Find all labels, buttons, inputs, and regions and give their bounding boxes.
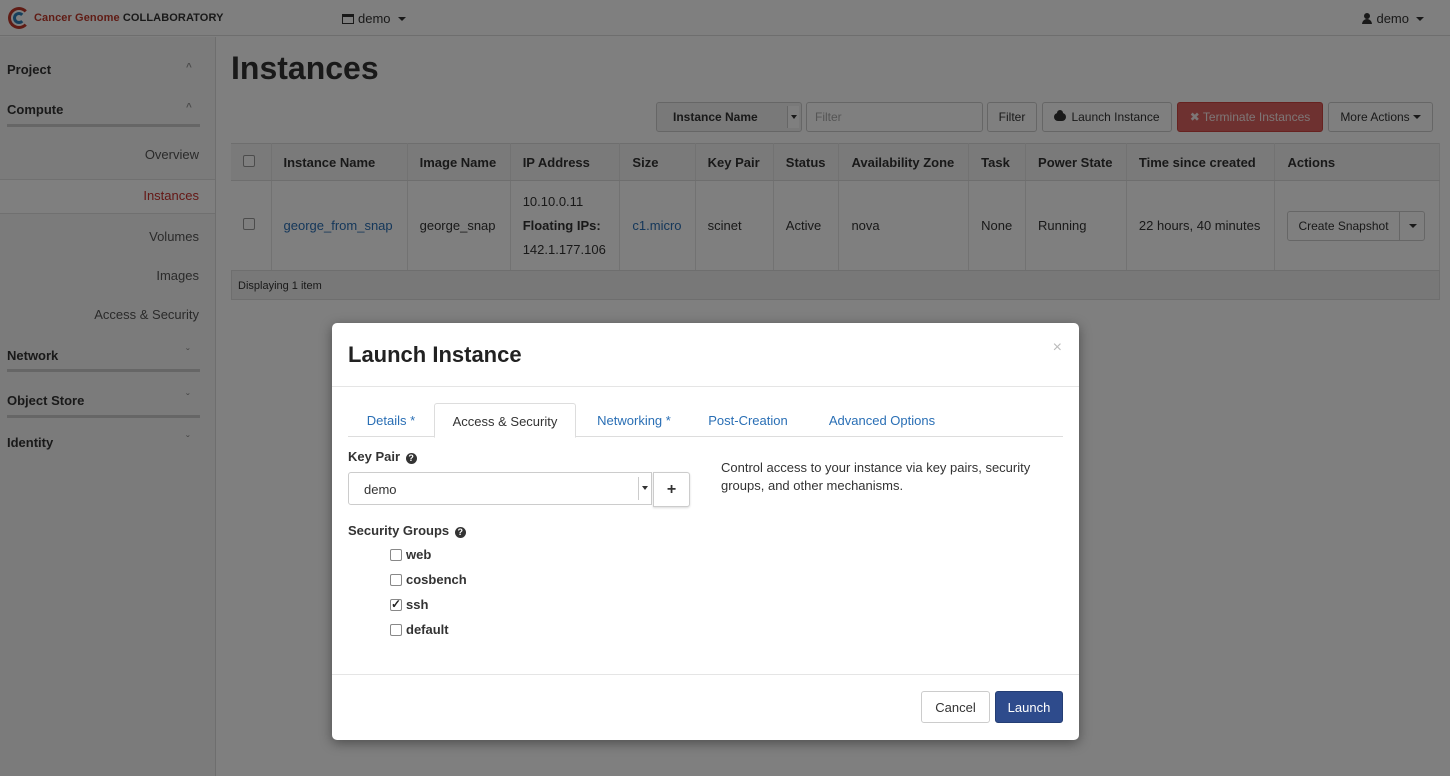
tab-post-creation[interactable]: Post-Creation — [692, 403, 804, 437]
security-group-ssh[interactable]: ssh — [390, 597, 428, 612]
security-groups-label: Security Groups ? — [348, 523, 466, 538]
launch-button[interactable]: Launch — [995, 691, 1063, 723]
tab-access-security[interactable]: Access & Security — [434, 403, 576, 438]
divider — [332, 674, 1079, 675]
tab-advanced-options[interactable]: Advanced Options — [810, 403, 954, 437]
cancel-button[interactable]: Cancel — [921, 691, 990, 723]
help-icon[interactable]: ? — [454, 527, 466, 538]
help-icon[interactable]: ? — [405, 453, 417, 464]
modal-title: Launch Instance — [348, 342, 522, 367]
checkbox[interactable] — [390, 623, 402, 636]
select-arrow-icon — [638, 477, 650, 500]
checkbox-checked[interactable] — [390, 597, 402, 611]
modal-tabs: Details * Access & Security Networking *… — [348, 403, 1063, 438]
help-description: Control access to your instance via key … — [721, 460, 1031, 493]
key-pair-value: demo — [364, 482, 397, 497]
divider — [332, 386, 1079, 387]
checkbox[interactable] — [390, 573, 402, 586]
tab-networking[interactable]: Networking * — [580, 403, 688, 437]
security-group-default[interactable]: default — [390, 622, 449, 637]
tab-details[interactable]: Details * — [348, 403, 434, 437]
add-key-pair-button[interactable]: + — [653, 472, 690, 507]
security-group-cosbench[interactable]: cosbench — [390, 572, 467, 587]
key-pair-label: Key Pair ? — [348, 449, 417, 464]
close-icon[interactable]: × — [1053, 339, 1062, 357]
launch-instance-modal: Launch Instance × Details * Access & Sec… — [332, 323, 1079, 740]
key-pair-select[interactable]: demo — [348, 472, 652, 505]
checkbox[interactable] — [390, 548, 402, 561]
security-group-web[interactable]: web — [390, 547, 431, 562]
